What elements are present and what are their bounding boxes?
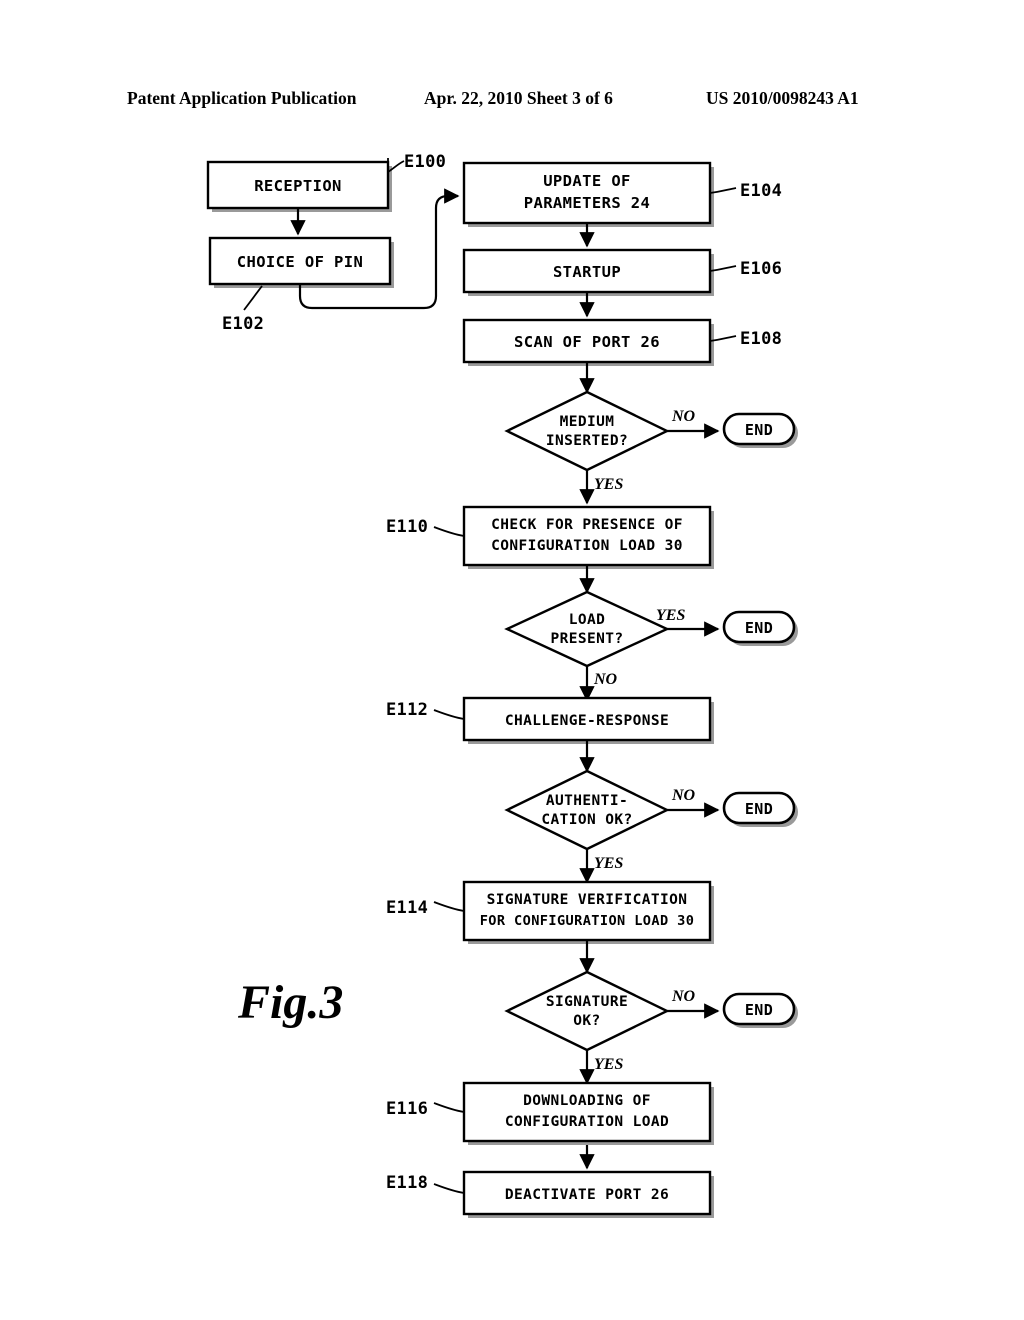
- branch-label-load-no: NO: [593, 671, 618, 688]
- node-update-parameters-line2: PARAMETERS 24: [524, 194, 651, 212]
- node-downloading-line1: DOWNLOADING OF: [523, 1093, 651, 1109]
- ref-e102-label: E102: [222, 314, 264, 334]
- ref-e116: E116: [386, 1099, 465, 1124]
- decision-signature-ok: SIGNATURE OK?: [504, 970, 670, 1052]
- node-deactivate-port: DEACTIVATE PORT 26: [462, 1170, 714, 1218]
- node-reception-label: RECEPTION: [254, 177, 342, 195]
- node-scan-port: SCAN OF PORT 26: [462, 318, 714, 366]
- node-scan-port-label: SCAN OF PORT 26: [514, 333, 660, 351]
- ref-e110: E110: [386, 517, 465, 548]
- patent-figure-page: Patent Application Publication Apr. 22, …: [0, 0, 1024, 1320]
- branch-label-auth-yes: YES: [594, 855, 623, 872]
- ref-e112-label: E112: [386, 700, 428, 720]
- node-update-parameters: UPDATE OF PARAMETERS 24: [462, 161, 714, 227]
- decision-authentication-ok-line1: AUTHENTI-: [546, 793, 628, 809]
- decision-medium-inserted: MEDIUM INSERTED?: [504, 390, 670, 472]
- node-check-presence-line2: CONFIGURATION LOAD 30: [491, 538, 683, 554]
- node-check-presence: CHECK FOR PRESENCE OF CONFIGURATION LOAD…: [462, 505, 714, 569]
- decision-authentication-ok: AUTHENTI- CATION OK?: [504, 769, 670, 851]
- node-reception: RECEPTION: [206, 160, 392, 212]
- branch-label-sigok-yes: YES: [594, 1056, 623, 1073]
- ref-e104: E104: [709, 181, 782, 205]
- ref-e108: E108: [709, 329, 782, 353]
- terminal-end-4: END: [722, 992, 798, 1028]
- ref-e118: E118: [386, 1173, 465, 1205]
- decision-load-present-line1: LOAD: [569, 612, 606, 628]
- ref-e114: E114: [386, 898, 465, 923]
- decision-authentication-ok-line2: CATION OK?: [541, 812, 632, 828]
- ref-e106-label: E106: [740, 259, 782, 279]
- decision-medium-inserted-line1: MEDIUM: [560, 414, 615, 430]
- terminal-end-1-label: END: [745, 421, 773, 439]
- node-downloading: DOWNLOADING OF CONFIGURATION LOAD: [462, 1081, 714, 1145]
- branch-label-load-yes: YES: [656, 607, 685, 624]
- ref-e118-label: E118: [386, 1173, 428, 1193]
- node-startup-label: STARTUP: [553, 263, 621, 281]
- ref-e112: E112: [386, 700, 465, 731]
- branch-label-sigok-no: NO: [671, 988, 696, 1005]
- ref-e114-label: E114: [386, 898, 428, 918]
- terminal-end-4-label: END: [745, 1001, 773, 1019]
- branch-label-medium-no: NO: [671, 408, 696, 425]
- terminal-end-2: END: [722, 610, 798, 646]
- flowchart-diagram: RECEPTION E100 CHOICE OF PIN E102 UPDATE…: [206, 152, 798, 1218]
- node-downloading-line2: CONFIGURATION LOAD: [505, 1114, 669, 1130]
- node-choice-of-pin: CHOICE OF PIN: [208, 236, 394, 288]
- ref-e104-label: E104: [740, 181, 782, 201]
- decision-signature-ok-line2: OK?: [573, 1013, 600, 1029]
- terminal-end-1: END: [722, 412, 798, 448]
- ref-e110-label: E110: [386, 517, 428, 537]
- decision-load-present-line2: PRESENT?: [550, 631, 623, 647]
- branch-label-auth-no: NO: [671, 787, 696, 804]
- decision-load-present: LOAD PRESENT?: [504, 590, 670, 668]
- ref-e102: E102: [222, 285, 264, 334]
- ref-e100-label: E100: [404, 152, 446, 172]
- ref-e108-label: E108: [740, 329, 782, 349]
- node-deactivate-port-label: DEACTIVATE PORT 26: [505, 1187, 669, 1203]
- ref-e100: E100: [387, 152, 446, 182]
- ref-e116-label: E116: [386, 1099, 428, 1119]
- decision-signature-ok-line1: SIGNATURE: [546, 994, 628, 1010]
- decision-medium-inserted-line2: INSERTED?: [546, 433, 628, 449]
- terminal-end-3: END: [722, 791, 798, 827]
- node-signature-verification-line2: FOR CONFIGURATION LOAD 30: [480, 913, 695, 929]
- node-check-presence-line1: CHECK FOR PRESENCE OF: [491, 517, 683, 533]
- node-update-parameters-line1: UPDATE OF: [543, 172, 631, 190]
- node-signature-verification-line1: SIGNATURE VERIFICATION: [487, 892, 688, 908]
- node-challenge-response: CHALLENGE-RESPONSE: [462, 696, 714, 744]
- ref-e106: E106: [709, 259, 782, 283]
- node-challenge-response-label: CHALLENGE-RESPONSE: [505, 713, 669, 729]
- terminal-end-3-label: END: [745, 800, 773, 818]
- node-choice-of-pin-label: CHOICE OF PIN: [237, 253, 364, 271]
- node-signature-verification: SIGNATURE VERIFICATION FOR CONFIGURATION…: [462, 880, 714, 944]
- node-startup: STARTUP: [462, 248, 714, 296]
- terminal-end-2-label: END: [745, 619, 773, 637]
- branch-label-medium-yes: YES: [594, 476, 623, 493]
